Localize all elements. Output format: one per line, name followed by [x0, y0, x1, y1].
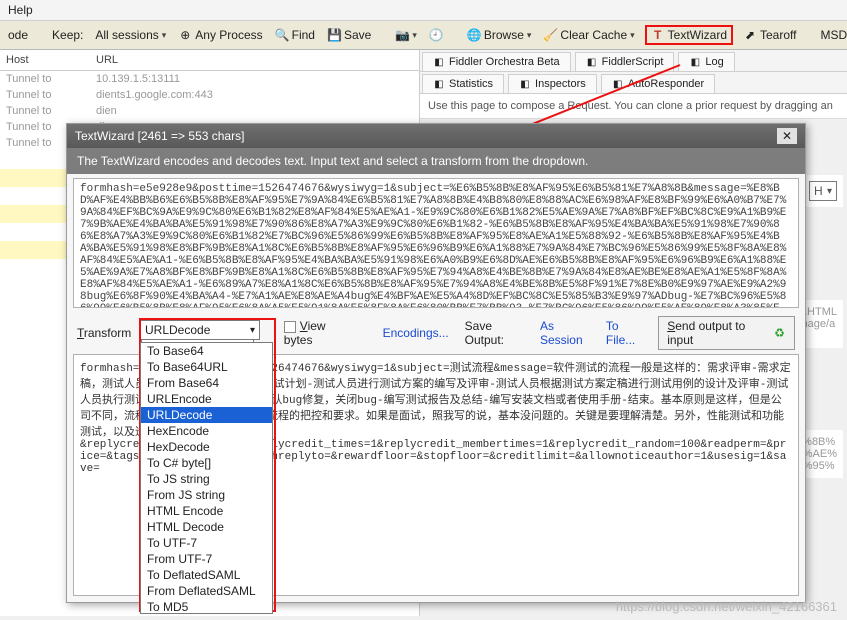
find-button[interactable]: 🔍Find	[273, 27, 317, 43]
script-icon: ◧	[586, 56, 598, 68]
option-from-deflatedsaml[interactable]: From DeflatedSAML	[141, 583, 272, 599]
menu-help[interactable]: Help	[8, 3, 33, 17]
binocular-icon: 🔍	[275, 28, 289, 42]
dialog-title: TextWizard [2461 => 553 chars]	[75, 129, 244, 143]
to-file-link[interactable]: To File...	[606, 319, 648, 347]
tabs-row-top: ◧Fiddler Orchestra Beta◧FiddlerScript◧Lo…	[420, 50, 847, 72]
dialog-titlebar[interactable]: TextWizard [2461 => 553 chars] ✕	[67, 124, 805, 148]
clock-icon: 🕘	[429, 28, 443, 42]
composer-hint: Use this page to compose a Request. You …	[420, 94, 847, 119]
option-from-base64[interactable]: From Base64	[141, 375, 272, 391]
browse-button[interactable]: 🌐Browse▾	[465, 27, 534, 43]
option-from-js-string[interactable]: From JS string	[141, 487, 272, 503]
keep-selector[interactable]: All sessions ▾	[93, 27, 168, 43]
broom-icon: 🧹	[543, 28, 557, 42]
cell-url: 10.139.1.5:13111	[96, 73, 180, 85]
mini-combo[interactable]: H▾	[809, 181, 837, 201]
option-to-deflatedsaml[interactable]: To DeflatedSAML	[141, 567, 272, 583]
textwizard-icon: T	[651, 28, 665, 42]
option-html-decode[interactable]: HTML Decode	[141, 519, 272, 535]
recycle-icon: ♻	[773, 326, 786, 340]
save-button[interactable]: 💾Save	[325, 27, 373, 43]
tearoff-icon: ⬈	[743, 28, 757, 42]
option-to-utf-7[interactable]: To UTF-7	[141, 535, 272, 551]
option-html-encode[interactable]: HTML Encode	[141, 503, 272, 519]
cell-host: Tunnel to	[6, 73, 96, 85]
toolbar: ode Keep: All sessions ▾ ⊕Any Process 🔍F…	[0, 21, 847, 50]
view-bytes-check[interactable]: View bytes	[284, 319, 353, 347]
cell-url: dients1.google.com:443	[96, 89, 213, 101]
keep-label: Keep:	[50, 27, 85, 43]
camera-icon: 📷	[395, 28, 409, 42]
option-urldecode[interactable]: URLDecode	[141, 407, 272, 423]
cell-host: Tunnel to	[6, 89, 96, 101]
option-to-md5[interactable]: To MD5	[141, 599, 272, 614]
col-host[interactable]: Host	[6, 54, 96, 66]
watermark: https://blog.csdn.net/weixin_42166361	[616, 599, 837, 614]
save-icon: 💾	[327, 28, 341, 42]
transform-combo-open: URLDecode ▾ To Base64To Base64URLFrom Ba…	[140, 320, 275, 340]
chevron-down-icon: ▾	[162, 30, 167, 41]
target-icon: ⊕	[178, 28, 192, 42]
option-to-c-byte-[interactable]: To C# byte[]	[141, 455, 272, 471]
sessions-header: Host URL	[0, 50, 419, 71]
any-process-button[interactable]: ⊕Any Process	[176, 27, 264, 43]
cam-icon[interactable]: 📷▾	[393, 27, 419, 43]
option-to-base64[interactable]: To Base64	[141, 343, 272, 359]
option-hexencode[interactable]: HexEncode	[141, 423, 272, 439]
tab-statistics[interactable]: ◧Statistics	[422, 74, 504, 93]
as-session-link[interactable]: As Session	[540, 319, 596, 347]
clear-cache-button[interactable]: 🧹Clear Cache▾	[541, 27, 636, 43]
fo-icon: ◧	[433, 56, 445, 68]
table-row[interactable]: Tunnel todients1.google.com:443	[0, 87, 419, 103]
option-to-base64url[interactable]: To Base64URL	[141, 359, 272, 375]
transform-options-list[interactable]: To Base64To Base64URLFrom Base64URLEncod…	[140, 342, 273, 614]
input-textarea[interactable]: formhash=e5e928e9&posttime=1526474676&wy…	[73, 178, 799, 308]
clock-icon-btn[interactable]: 🕘	[427, 27, 445, 43]
send-output-button[interactable]: Send output to input ♻	[658, 316, 795, 350]
col-url[interactable]: URL	[96, 54, 118, 66]
save-output-label: Save Output:	[465, 319, 530, 347]
tearoff-button[interactable]: ⬈Tearoff	[741, 27, 798, 43]
transform-combo-face[interactable]: URLDecode ▾	[140, 320, 260, 340]
dialog-description: The TextWizard encodes and decodes text.…	[67, 148, 805, 174]
toolbar-decode-fragment[interactable]: ode	[6, 27, 30, 43]
textwizard-button[interactable]: TTextWizard	[645, 25, 733, 45]
close-icon[interactable]: ✕	[777, 128, 797, 144]
chevron-down-icon: ▾	[250, 325, 255, 336]
table-row[interactable]: Tunnel to10.139.1.5:13111	[0, 71, 419, 87]
option-from-utf-7[interactable]: From UTF-7	[141, 551, 272, 567]
tab-inspectors[interactable]: ◧Inspectors	[508, 74, 597, 93]
option-urlencode[interactable]: URLEncode	[141, 391, 272, 407]
inspect-icon: ◧	[519, 78, 531, 90]
encodings-link[interactable]: Encodings...	[383, 326, 449, 340]
responder-icon: ◧	[612, 78, 624, 90]
transform-label: Transform	[77, 326, 131, 340]
cell-url: dien	[96, 105, 117, 117]
tab-fiddlerscript[interactable]: ◧FiddlerScript	[575, 52, 675, 71]
globe-icon: 🌐	[467, 28, 481, 42]
msdn-search[interactable]: MSDN Searc	[818, 27, 847, 43]
stats-icon: ◧	[433, 78, 445, 90]
cell-host: Tunnel to	[6, 105, 96, 117]
option-hexdecode[interactable]: HexDecode	[141, 439, 272, 455]
tab-autoresponder[interactable]: ◧AutoResponder	[601, 74, 715, 93]
table-row[interactable]: Tunnel todien	[0, 103, 419, 119]
tabs-row-bottom: ◧Statistics◧Inspectors◧AutoResponder	[420, 72, 847, 94]
option-to-js-string[interactable]: To JS string	[141, 471, 272, 487]
log-icon: ◧	[689, 56, 701, 68]
tab-fiddler-orchestra-beta[interactable]: ◧Fiddler Orchestra Beta	[422, 52, 571, 71]
tab-log[interactable]: ◧Log	[678, 52, 734, 71]
